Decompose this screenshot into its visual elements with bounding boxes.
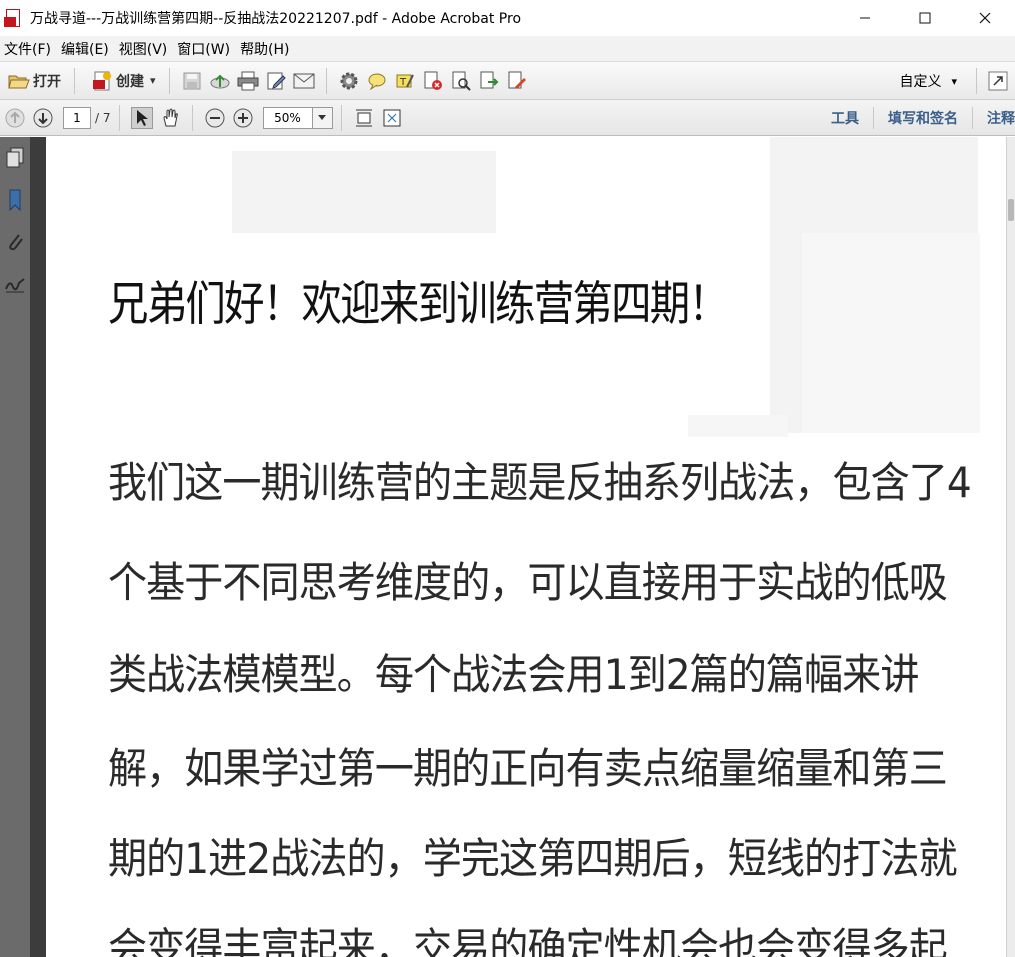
paragraph-line: 解，如果学过第一期的正向有卖点缩量缩量和第三 [108,744,948,793]
navigation-pane [0,137,30,957]
paragraph-line: 会变得丰富起来，交易的确定性机会也会变得多起 [108,924,948,957]
select-cursor-icon[interactable] [130,106,153,129]
fit-width-icon[interactable] [381,107,403,129]
create-dropdown-icon: ▾ [150,74,156,87]
svg-text:T: T [399,77,407,88]
vertical-scrollbar[interactable] [1006,137,1015,957]
create-button[interactable]: 创建 ▾ [83,66,161,96]
comment-bubble-icon[interactable] [366,70,388,92]
zoom-in-icon[interactable] [232,107,254,129]
menu-window[interactable]: 窗口(W) [173,39,236,59]
close-icon[interactable] [955,0,1015,36]
page-thumbnails-icon[interactable] [0,137,30,179]
tools-link[interactable]: 工具 [817,108,873,128]
export-document-icon[interactable] [478,70,500,92]
expand-icon[interactable] [985,68,1011,94]
open-label: 打开 [33,73,61,90]
customize-label: 自定义 [899,74,942,90]
search-document-icon[interactable] [450,70,472,92]
customize-dropdown-icon: ▾ [951,74,957,88]
create-pdf-icon [91,70,113,92]
menu-file[interactable]: 文件(F) [0,39,57,59]
document-heading: 兄弟们好！欢迎来到训练营第四期！ [108,277,729,332]
create-label: 创建 [116,73,144,90]
menu-help[interactable]: 帮助(H) [236,39,295,59]
chevron-down-icon[interactable] [311,107,332,128]
zoom-value: 50% [274,110,301,125]
window-title: 万战寻道---万战训练营第四期--反抽战法20221207.pdf - Adob… [30,11,522,27]
task-pane-links: 工具 填写和签名 注释 [817,100,1015,136]
paragraph-line: 类战法模模型。每个战法会用1到2篇的篇幅来讲 [108,650,919,699]
paragraph-line: 我们这一期训练营的主题是反抽系列战法，包含了4 [108,458,972,507]
paragraph-line: 期的1进2战法的，学完这第四期后，短线的打法就 [108,834,958,883]
delete-page-icon[interactable] [422,70,444,92]
fit-page-icon[interactable] [353,107,375,129]
menu-bar: 文件(F) 编辑(E) 视图(V) 窗口(W) 帮助(H) [0,36,1015,62]
page-number-input[interactable]: 1 [63,106,91,129]
save-icon[interactable] [181,70,203,92]
open-button[interactable]: 打开 [0,66,66,96]
menu-view[interactable]: 视图(V) [115,39,174,59]
scan-shading [802,233,980,433]
customize-menu[interactable]: 自定义 ▾ [899,62,957,100]
previous-page-icon[interactable] [4,107,26,129]
comment-link[interactable]: 注释 [973,108,1015,128]
pane-gutter [30,137,46,957]
paragraph-line: 个基于不同思考维度的，可以直接用于实战的低吸 [108,558,948,607]
acrobat-pdf-icon [4,8,24,28]
bookmark-icon[interactable] [0,179,30,221]
signatures-icon[interactable] [0,263,30,305]
next-page-icon[interactable] [32,107,54,129]
email-icon[interactable] [293,70,315,92]
maximize-icon[interactable] [895,0,955,36]
toolbar-separator [976,68,977,94]
window-controls [835,0,1015,36]
scan-shading [688,415,788,437]
highlight-text-icon[interactable]: T [394,70,416,92]
scan-shading [232,151,496,233]
zoom-select[interactable]: 50% [262,106,333,129]
edit-document-icon[interactable] [265,70,287,92]
minimize-icon[interactable] [835,0,895,36]
toolbar-separator [118,104,120,131]
toolbar-separator [74,67,75,94]
attachment-icon[interactable] [0,221,30,263]
toolbar-separator [340,104,342,131]
scrollbar-thumb[interactable] [1008,199,1014,221]
folder-open-icon [8,70,30,92]
fill-sign-link[interactable]: 填写和签名 [874,108,972,128]
toolbar-separator [168,67,170,94]
toolbar-separator [325,67,327,94]
hand-tool-icon[interactable] [159,107,181,129]
page-total: / 7 [95,110,111,125]
document-viewport[interactable]: 兄弟们好！欢迎来到训练营第四期！ 我们这一期训练营的主题是反抽系列战法，包含了4… [46,137,1015,957]
sign-document-icon[interactable] [506,70,528,92]
toolbar-separator [191,104,193,131]
main-toolbar: 打开 创建 ▾ T 自定义 ▾ [0,62,1015,100]
navigation-toolbar: 1 / 7 50% 工具 填写和签名 注释 [0,100,1015,136]
gear-icon[interactable] [338,70,360,92]
zoom-out-icon[interactable] [204,107,226,129]
menu-edit[interactable]: 编辑(E) [57,39,115,59]
print-icon[interactable] [237,70,259,92]
title-bar: 万战寻道---万战训练营第四期--反抽战法20221207.pdf - Adob… [0,0,1015,36]
cloud-upload-icon[interactable] [209,70,231,92]
